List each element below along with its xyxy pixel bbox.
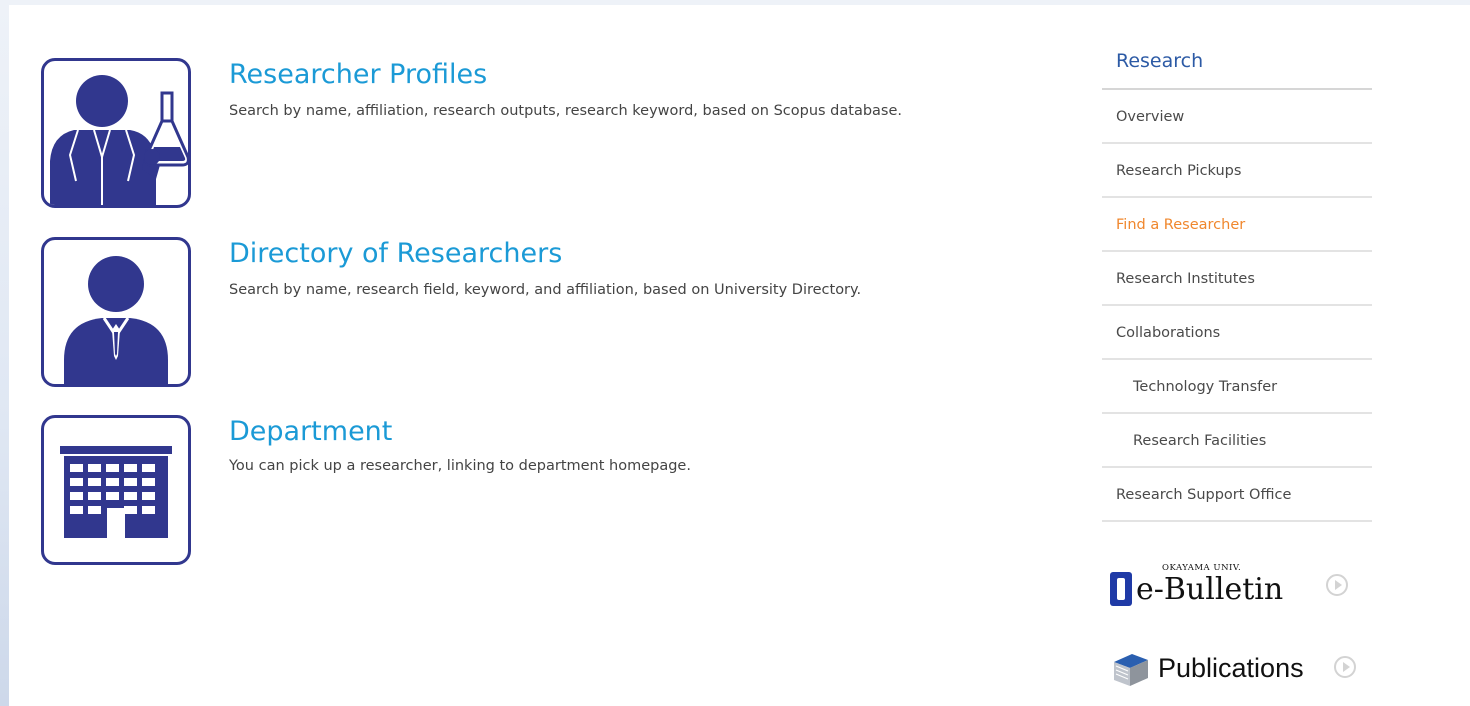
scientist-icon[interactable]	[41, 58, 191, 208]
directory-of-researchers-link[interactable]: Directory of Researchers	[229, 237, 562, 271]
department-description: You can pick up a researcher, linking to…	[229, 458, 691, 474]
sidebar-nav: Research Overview Research Pickups Find a …	[1102, 40, 1372, 522]
entry-department: Department You can pick up a researcher,…	[41, 415, 1041, 567]
sidebar-item-research-institutes[interactable]: Research Institutes	[1102, 252, 1372, 306]
sidebar-item-overview[interactable]: Overview	[1102, 90, 1372, 144]
sidebar-item-collaborations[interactable]: Collaborations	[1102, 306, 1372, 360]
building-icon[interactable]	[41, 415, 191, 565]
play-icon	[1334, 656, 1356, 678]
person-icon-graphic	[64, 256, 168, 384]
sidebar-items: Overview Research Pickups Find a Researche…	[1102, 90, 1372, 522]
department-link[interactable]: Department	[229, 415, 392, 449]
sidebar-item-research-support-office[interactable]: Research Support Office	[1102, 468, 1372, 522]
left-edge	[0, 0, 9, 706]
top-edge	[0, 0, 1470, 5]
ebulletin-label: e-Bulletin	[1136, 572, 1284, 607]
entry-researcher-profiles: Researcher Profiles Search by name, affi…	[41, 58, 1041, 210]
scientist-icon-graphic	[50, 75, 188, 205]
play-icon	[1326, 574, 1348, 596]
sidebar-item-technology-transfer[interactable]: Technology Transfer	[1102, 360, 1372, 414]
sidebar-heading[interactable]: Research	[1102, 40, 1372, 90]
page: Researcher Profiles Search by name, affi…	[0, 0, 1470, 706]
researcher-profiles-link[interactable]: Researcher Profiles	[229, 58, 487, 92]
sidebar-item-find-a-researcher[interactable]: Find a Researcher	[1102, 198, 1372, 252]
ebulletin-banner[interactable]: OKAYAMA UNIV. e-Bulletin	[1110, 560, 1370, 610]
directory-of-researchers-description: Search by name, research field, keyword,…	[229, 282, 862, 298]
books-icon	[1114, 654, 1148, 686]
building-icon-graphic	[60, 446, 172, 538]
sidebar-item-research-facilities[interactable]: Research Facilities	[1102, 414, 1372, 468]
person-icon[interactable]	[41, 237, 191, 387]
publications-label: Publications	[1158, 653, 1304, 683]
entry-directory-of-researchers: Directory of Researchers Search by name,…	[41, 237, 1041, 389]
sidebar-item-research-pickups[interactable]: Research Pickups	[1102, 144, 1372, 198]
okayama-logo-icon	[1110, 572, 1132, 606]
researcher-profiles-description: Search by name, affiliation, research ou…	[229, 103, 903, 119]
publications-banner[interactable]: Publications	[1110, 646, 1370, 690]
